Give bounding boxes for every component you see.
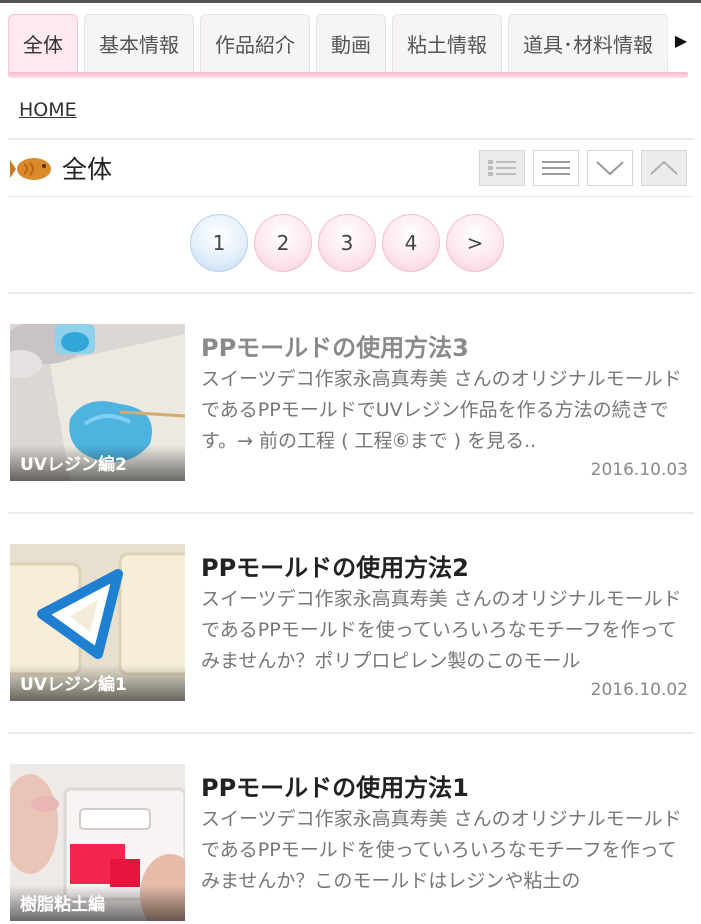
article-date: 2016.10.02 bbox=[590, 680, 688, 700]
pagination: 1 2 3 4 > bbox=[190, 214, 504, 272]
tab-basic-info[interactable]: 基本情報 bbox=[84, 14, 194, 72]
thumbnail-label: UVレジン編2 bbox=[10, 445, 185, 481]
thumbnail-label: UVレジン編1 bbox=[10, 665, 185, 701]
article-excerpt: スイーツデコ作家永高真寿美 さんのオリジナルモールドであるPPモールドでUVレジ… bbox=[201, 368, 682, 452]
menu-lines-icon bbox=[542, 161, 570, 175]
divider bbox=[8, 138, 694, 140]
article-item[interactable]: UVレジン編1 PPモールドの使用方法2 スイーツデコ作家永高真寿美 さんのオリ… bbox=[8, 544, 694, 704]
section-title: 全体 bbox=[62, 155, 113, 184]
divider bbox=[8, 732, 694, 734]
article-thumbnail[interactable]: 樹脂粘土編 bbox=[10, 764, 185, 921]
top-border bbox=[0, 0, 701, 3]
list-view-button[interactable] bbox=[479, 150, 525, 186]
thumbnail-label: 樹脂粘土編 bbox=[10, 885, 185, 921]
divider bbox=[8, 292, 694, 294]
tab-clay-info[interactable]: 粘土情報 bbox=[392, 14, 502, 72]
article-date: 2016.10.03 bbox=[590, 460, 688, 480]
taiyaki-icon bbox=[10, 158, 51, 180]
article-title[interactable]: PPモールドの使用方法3 bbox=[201, 328, 469, 363]
tab-scroll-right-icon[interactable]: ▶ bbox=[661, 20, 701, 60]
category-tabs: 全体 基本情報 作品紹介 動画 粘土情報 道具･材料情報 bbox=[8, 14, 701, 76]
page-3-button[interactable]: 3 bbox=[318, 214, 376, 272]
tab-underline bbox=[8, 72, 688, 78]
tab-video[interactable]: 動画 bbox=[316, 14, 386, 72]
collapse-button[interactable] bbox=[641, 150, 687, 186]
chevron-down-icon bbox=[596, 161, 624, 176]
page-4-button[interactable]: 4 bbox=[382, 214, 440, 272]
article-title[interactable]: PPモールドの使用方法2 bbox=[201, 548, 469, 583]
expand-button[interactable] bbox=[587, 150, 633, 186]
list-detail-icon bbox=[488, 160, 516, 176]
tab-tools-materials[interactable]: 道具･材料情報 bbox=[508, 14, 668, 72]
article-excerpt: スイーツデコ作家永高真寿美 さんのオリジナルモールドであるPPモールドを使ってい… bbox=[201, 808, 682, 892]
article-title[interactable]: PPモールドの使用方法1 bbox=[201, 768, 469, 803]
article-excerpt: スイーツデコ作家永高真寿美 さんのオリジナルモールドであるPPモールドを使ってい… bbox=[201, 588, 682, 672]
article-item[interactable]: UVレジン編2 PPモールドの使用方法3 スイーツデコ作家永高真寿美 さんのオリ… bbox=[8, 324, 694, 484]
page-2-button[interactable]: 2 bbox=[254, 214, 312, 272]
divider bbox=[8, 512, 694, 514]
divider bbox=[8, 196, 694, 197]
page-1-button[interactable]: 1 bbox=[190, 214, 248, 272]
article-thumbnail[interactable]: UVレジン編2 bbox=[10, 324, 185, 481]
tab-works[interactable]: 作品紹介 bbox=[200, 14, 310, 72]
next-page-button[interactable]: > bbox=[446, 214, 504, 272]
tab-all[interactable]: 全体 bbox=[8, 14, 78, 72]
breadcrumb-home[interactable]: HOME bbox=[19, 99, 77, 121]
chevron-up-icon bbox=[650, 160, 678, 175]
compact-view-button[interactable] bbox=[533, 150, 579, 186]
article-thumbnail[interactable]: UVレジン編1 bbox=[10, 544, 185, 701]
article-item[interactable]: 樹脂粘土編 PPモールドの使用方法1 スイーツデコ作家永高真寿美 さんのオリジナ… bbox=[8, 764, 694, 924]
